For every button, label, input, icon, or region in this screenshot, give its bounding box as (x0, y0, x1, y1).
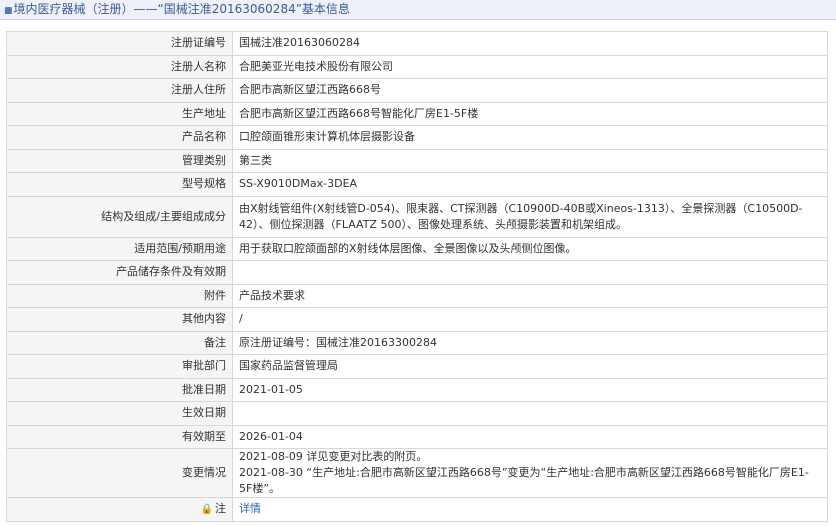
row-label-attachment: 附件 (6, 283, 233, 308)
row-label-registration-number: 注册证编号 (6, 31, 233, 56)
row-label-note: 🔒 注 (6, 497, 233, 522)
row-value-approval-date: 2021-01-05 (232, 377, 828, 402)
row-label-product-name: 产品名称 (6, 125, 233, 150)
row-value-management-category: 第三类 (232, 148, 828, 173)
info-table: 注册证编号 国械注准20163060284 注册人名称 合肥美亚光电技术股份有限… (6, 31, 828, 522)
table-row: 变更情况 2021-08-09 详见变更对比表的附页。 2021-08-30 “… (6, 448, 828, 498)
details-link[interactable]: 详情 (239, 502, 261, 515)
table-row: 审批部门 国家药品监督管理局 (6, 354, 828, 379)
table-row: 备注 原注册证编号：国械注准20163300284 (6, 330, 828, 355)
page-title: 境内医疗器械（注册）——“国械注准20163060284”基本信息 (13, 2, 350, 16)
row-label-management-category: 管理类别 (6, 148, 233, 173)
row-value-storage-validity (232, 260, 828, 285)
table-row: 批准日期 2021-01-05 (6, 377, 828, 402)
row-value-structure-composition: 由X射线管组件(X射线管D-054)、限束器、CT探测器（C10900D-40B… (232, 195, 828, 238)
table-row: 🔒 注 详情 (6, 497, 828, 522)
table-row: 产品名称 口腔颌面锥形束计算机体层摄影设备 (6, 125, 828, 150)
table-row: 注册证编号 国械注准20163060284 (6, 31, 828, 56)
change-entry: 2021-08-09 详见变更对比表的附页。 (239, 450, 428, 463)
change-entry: 2021-08-30 “生产地址:合肥市高新区望江西路668号”变更为“生产地址… (239, 466, 809, 495)
row-label-registrant-address: 注册人住所 (6, 78, 233, 103)
table-row: 管理类别 第三类 (6, 148, 828, 173)
row-value-changes: 2021-08-09 详见变更对比表的附页。 2021-08-30 “生产地址:… (232, 448, 828, 498)
row-value-registrant-address: 合肥市高新区望江西路668号 (232, 78, 828, 103)
row-value-attachment: 产品技术要求 (232, 283, 828, 308)
row-value-intended-use: 用于获取口腔颌面部的X射线体层图像、全景图像以及头颅侧位图像。 (232, 236, 828, 261)
table-row: 生效日期 (6, 401, 828, 426)
table-row: 结构及组成/主要组成成分 由X射线管组件(X射线管D-054)、限束器、CT探测… (6, 195, 828, 238)
table-row: 适用范围/预期用途 用于获取口腔颌面部的X射线体层图像、全景图像以及头颅侧位图像… (6, 236, 828, 261)
note-label: 注 (215, 501, 226, 515)
row-value-approval-department: 国家药品监督管理局 (232, 354, 828, 379)
row-label-remarks: 备注 (6, 330, 233, 355)
row-label-other-content: 其他内容 (6, 307, 233, 332)
table-row: 附件 产品技术要求 (6, 283, 828, 308)
row-value-other-content: / (232, 307, 828, 332)
row-label-production-address: 生产地址 (6, 101, 233, 126)
table-row: 其他内容 / (6, 307, 828, 332)
row-value-registrant-name: 合肥美亚光电技术股份有限公司 (232, 54, 828, 79)
row-value-model-spec: SS-X9010DMax-3DEA (232, 172, 828, 197)
table-row: 有效期至 2026-01-04 (6, 424, 828, 449)
info-table-container: 注册证编号 国械注准20163060284 注册人名称 合肥美亚光电技术股份有限… (6, 31, 828, 522)
table-row: 生产地址 合肥市高新区望江西路668号智能化厂房E1-5F楼 (6, 101, 828, 126)
row-value-remarks: 原注册证编号：国械注准20163300284 (232, 330, 828, 355)
row-label-storage-validity: 产品储存条件及有效期 (6, 260, 233, 285)
bullet-icon: ■ (4, 6, 13, 16)
row-label-valid-until: 有效期至 (6, 424, 233, 449)
row-value-production-address: 合肥市高新区望江西路668号智能化厂房E1-5F楼 (232, 101, 828, 126)
row-label-intended-use: 适用范围/预期用途 (6, 236, 233, 261)
row-label-effective-date: 生效日期 (6, 401, 233, 426)
row-label-changes: 变更情况 (6, 448, 233, 498)
table-row: 注册人住所 合肥市高新区望江西路668号 (6, 78, 828, 103)
table-row: 型号规格 SS-X9010DMax-3DEA (6, 172, 828, 197)
table-row: 注册人名称 合肥美亚光电技术股份有限公司 (6, 54, 828, 79)
row-value-effective-date (232, 401, 828, 426)
table-row: 产品储存条件及有效期 (6, 260, 828, 285)
row-value-product-name: 口腔颌面锥形束计算机体层摄影设备 (232, 125, 828, 150)
row-value-note: 详情 (232, 497, 828, 522)
row-label-approval-date: 批准日期 (6, 377, 233, 402)
page-header: ■境内医疗器械（注册）——“国械注准20163060284”基本信息 (0, 0, 836, 20)
row-label-approval-department: 审批部门 (6, 354, 233, 379)
row-value-registration-number: 国械注准20163060284 (232, 31, 828, 56)
row-value-valid-until: 2026-01-04 (232, 424, 828, 449)
row-label-structure-composition: 结构及组成/主要组成成分 (6, 195, 233, 238)
row-label-model-spec: 型号规格 (6, 172, 233, 197)
lock-icon: 🔒 (200, 503, 213, 515)
row-label-registrant-name: 注册人名称 (6, 54, 233, 79)
